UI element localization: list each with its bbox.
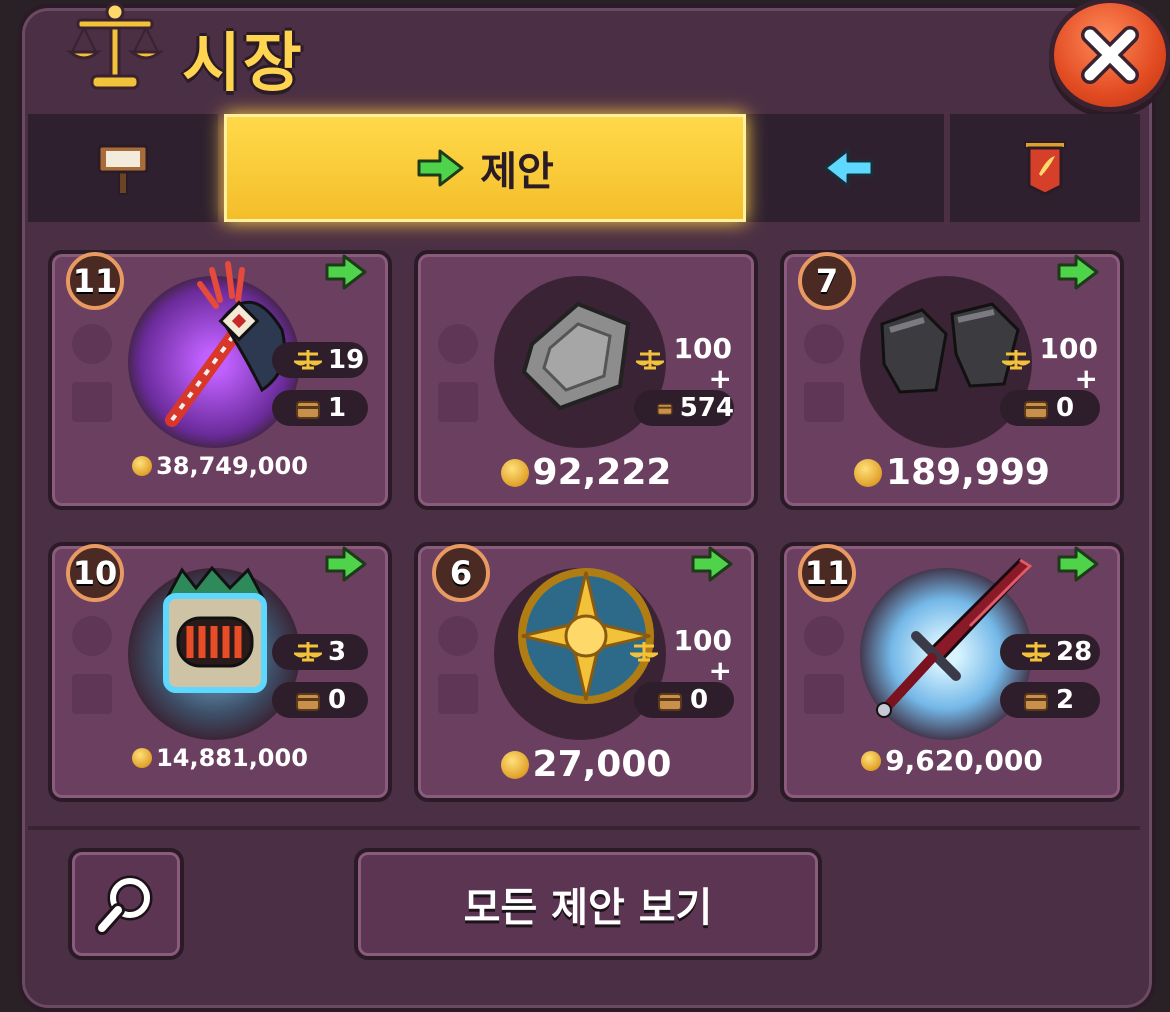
view-all-offers-button[interactable]: 모든 제안 보기 [354,848,822,960]
chest-count: 0 [1000,390,1100,426]
chest-count: 0 [634,682,734,718]
scales-icon [65,2,165,90]
scales-icon [1022,642,1050,662]
search-icon [95,875,153,935]
chest-count: 0 [272,682,368,718]
chest-icon [1024,401,1048,419]
close-icon [1081,26,1139,84]
green-arrow-right-icon [1057,546,1099,582]
green-arrow-right-icon [417,149,464,187]
scales-icon [1002,350,1030,370]
cyan-arrow-left-icon [823,148,874,188]
scales-count: 19 [272,342,368,378]
coin-icon [500,458,529,487]
price: 9,620,000 [784,744,1120,777]
scales-icon [636,350,664,370]
chest-armor-icon [163,566,267,693]
chest-icon [657,403,673,415]
price: 27,000 [418,744,754,785]
search-button[interactable] [68,848,184,960]
green-arrow-right-icon [325,546,367,582]
scales-icon [294,350,322,370]
tab-offers[interactable]: 제안 [224,114,746,222]
scales-icon [630,642,658,662]
coin-icon [132,456,153,476]
level-badge: 7 [798,252,856,310]
offer-card[interactable]: 11 19 1 38,749,000 [48,250,392,510]
chest-count: 574 [634,390,734,426]
chest-icon [658,693,682,711]
scales-icon [294,642,322,662]
price: 38,749,000 [52,452,388,480]
level-badge: 11 [66,252,124,310]
red-banner-icon [1024,141,1066,196]
coin-icon [854,458,883,487]
tab-bar: 제안 [28,114,1140,222]
price: 92,222 [418,452,754,493]
offer-card[interactable]: 11 28 2 9,620,000 [780,542,1124,802]
level-badge: 11 [798,544,856,602]
tab-history[interactable] [950,114,1140,222]
chest-icon [1024,693,1048,711]
chest-icon [296,401,320,419]
scales-count: 28 [1000,634,1100,670]
tab-sign[interactable] [28,114,218,222]
coin-icon [861,750,882,771]
tab-offers-label: 제안 [480,149,554,195]
coin-icon [132,748,153,768]
green-arrow-right-icon [691,546,733,582]
offer-card[interactable]: 7 100 + 0 189,999 [780,250,1124,510]
divider [28,826,1140,830]
close-button[interactable] [1049,0,1170,112]
price: 189,999 [784,452,1120,493]
scales-count: 3 [272,634,368,670]
coin-icon [500,750,529,779]
level-badge: 6 [432,544,490,602]
chest-count: 2 [1000,682,1100,718]
signpost-icon [97,144,149,195]
offer-card[interactable]: 6 100 + 0 27,000 [414,542,758,802]
scales-count: 100 + [1039,332,1098,395]
offer-card[interactable]: 10 3 0 14,881,000 [48,542,392,802]
header: 시장 [0,0,1170,112]
level-badge: 10 [66,544,124,602]
chest-icon [296,693,320,711]
page-title: 시장 [182,27,304,101]
chest-count: 1 [272,390,368,426]
price: 14,881,000 [52,744,388,772]
green-arrow-right-icon [325,254,367,290]
green-arrow-right-icon [1057,254,1099,290]
offer-card[interactable]: 100 + 574 92,222 [414,250,758,510]
scales-count: 100 + [673,332,732,395]
tab-incoming[interactable] [754,114,944,222]
